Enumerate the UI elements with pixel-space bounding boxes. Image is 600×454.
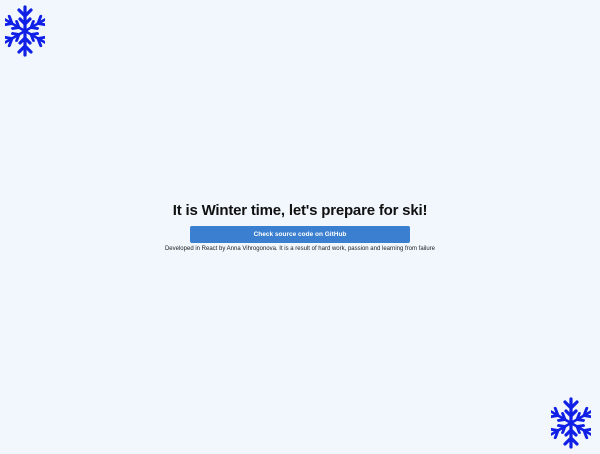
snowflake-icon [551,396,591,450]
credit-text: Developed in React by Anna Vihrogonova. … [164,246,436,252]
github-source-button[interactable]: Check source code on GitHub [190,226,410,243]
page-headline: It is Winter time, let's prepare for ski… [172,202,428,219]
main-content: It is Winter time, let's prepare for ski… [0,200,600,254]
app-page: It is Winter time, let's prepare for ski… [0,0,600,454]
snowflake-icon [5,4,45,58]
